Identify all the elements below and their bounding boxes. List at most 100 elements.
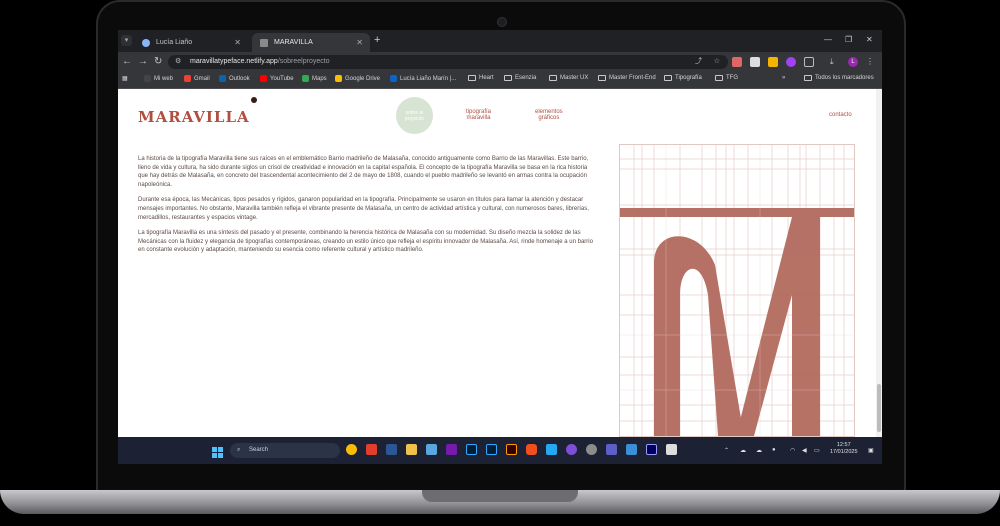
bookmark-heart[interactable]: Heart — [468, 75, 494, 81]
onedrive-icon[interactable]: ☁ — [756, 447, 762, 454]
figma-taskbar-icon[interactable] — [526, 444, 537, 455]
battery-icon[interactable]: ▭ — [814, 447, 820, 454]
forward-button[interactable]: → — [138, 56, 148, 67]
bookmark-tipografia[interactable]: Tipografía — [664, 75, 702, 81]
search-label: Search — [249, 447, 269, 453]
chrome-menu-icon[interactable]: ⋮ — [866, 57, 876, 67]
share-icon[interactable]: ⤴ — [695, 55, 702, 69]
bookmark-master-ux[interactable]: Master UX — [549, 75, 588, 81]
download-icon[interactable]: ⤓ — [830, 57, 840, 67]
bookmark-outlook[interactable]: Outlook — [219, 75, 250, 82]
restore-button[interactable]: ❐ — [845, 35, 852, 44]
system-clock[interactable]: 12:57 17/01/2025 — [830, 442, 858, 456]
extension-icon[interactable] — [768, 57, 778, 67]
steam-taskbar-icon[interactable] — [586, 444, 597, 455]
taskbar-search[interactable]: ⌕ Search — [230, 443, 340, 458]
back-button[interactable]: ← — [122, 56, 132, 67]
scrollbar-thumb[interactable] — [877, 384, 881, 432]
all-bookmarks[interactable]: Todos los marcadores — [804, 75, 874, 81]
bookmark-maps[interactable]: Maps — [302, 75, 327, 82]
site-info-icon[interactable]: ⚙ — [175, 55, 181, 69]
after-effects-taskbar-icon[interactable] — [646, 444, 657, 455]
globe-icon — [142, 38, 150, 47]
browser-toolbar: ← → ↻ ⚙ maravillatypeface.netlify.app/so… — [118, 52, 882, 72]
tab-search-button[interactable]: ▾ — [121, 35, 132, 46]
new-tab-button[interactable]: + — [374, 34, 380, 46]
illustrator-taskbar-icon[interactable] — [506, 444, 517, 455]
nav-elementos-graficos[interactable]: elementos gráficos — [535, 109, 563, 121]
extension-icon[interactable] — [732, 57, 742, 67]
nav-label: proyecto — [404, 115, 425, 122]
acrobat-taskbar-icon[interactable] — [366, 444, 377, 455]
nav-contacto[interactable]: contacto — [829, 112, 852, 118]
vscode-taskbar-icon[interactable] — [546, 444, 557, 455]
bookmark-mi-web[interactable]: Mi web — [144, 75, 173, 82]
tab-title: Lucía Liaño — [156, 39, 193, 46]
chrome-taskbar-icon[interactable] — [346, 444, 357, 455]
weather-icon[interactable]: ☁ — [740, 447, 746, 454]
reload-button[interactable]: ↻ — [154, 56, 162, 67]
site-logo[interactable]: MARAVILLA — [138, 108, 250, 126]
address-bar[interactable]: ⚙ maravillatypeface.netlify.app/sobreelp… — [168, 55, 728, 69]
bookmark-label: Maps — [312, 75, 327, 82]
paragraph: Durante esa época, las Mecánicas, tipos … — [138, 197, 589, 221]
cursor-dot — [251, 97, 257, 103]
tab-lucia-liano[interactable]: Lucía Liaño ✕ — [134, 33, 248, 52]
bookmark-label: TFG — [726, 75, 738, 81]
app-taskbar-icon[interactable] — [666, 444, 677, 455]
apps-grid-icon[interactable]: ▦ — [122, 75, 128, 82]
web-page: MARAVILLA sobre el proyecto tipografía mar… — [118, 89, 882, 437]
calendar-taskbar-icon[interactable] — [426, 444, 437, 455]
profile-avatar[interactable]: L — [848, 57, 858, 67]
file-explorer-taskbar-icon[interactable] — [406, 444, 417, 455]
photoshop-taskbar-icon[interactable] — [486, 444, 497, 455]
page-scrollbar[interactable] — [876, 89, 882, 437]
bookmark-label: Lucía Liaño Marín |... — [400, 75, 457, 82]
bookmark-master-front-end[interactable]: Master Front-End — [598, 75, 656, 81]
search-icon: ⌕ — [237, 447, 241, 453]
close-window-button[interactable]: ✕ — [866, 35, 873, 44]
bookmark-label: Gmail — [194, 75, 210, 82]
onenote-taskbar-icon[interactable] — [446, 444, 457, 455]
notification-icon[interactable]: ▣ — [868, 447, 874, 454]
bookmark-label: Mi web — [154, 75, 174, 82]
favicon-icon — [260, 38, 268, 47]
bookmarks-bar: ▦ Mi web Gmail Outlook YouTube Maps Goog… — [118, 72, 882, 89]
extension-icon[interactable] — [750, 57, 760, 67]
microphone-icon[interactable]: ● — [772, 447, 776, 453]
tab-strip: ▾ Lucía Liaño ✕ MARAVILLA ✕ + — ❐ ✕ — [118, 30, 882, 52]
teams-taskbar-icon[interactable] — [606, 444, 617, 455]
more-bookmarks-icon[interactable]: » — [782, 75, 785, 81]
lightroom-taskbar-icon[interactable] — [466, 444, 477, 455]
nav-tipografia-maravilla[interactable]: tipografía maravilla — [466, 109, 491, 121]
close-tab-icon[interactable]: ✕ — [356, 38, 363, 47]
volume-icon[interactable]: ◀ — [802, 447, 807, 454]
nav-sobre-el-proyecto[interactable]: sobre el proyecto — [396, 97, 433, 134]
chevron-up-icon[interactable]: ⌃ — [724, 447, 729, 454]
tab-title: MARAVILLA — [274, 39, 313, 46]
tab-maravilla[interactable]: MARAVILLA ✕ — [252, 33, 370, 52]
bookmark-linkedin[interactable]: Lucía Liaño Marín |... — [390, 75, 456, 82]
bookmark-label: Esenzia — [515, 75, 537, 81]
paragraph: La tipografía Maravilla es una síntesis … — [138, 230, 593, 254]
bookmark-label: Todos los marcadores — [815, 75, 874, 81]
close-tab-icon[interactable]: ✕ — [234, 38, 241, 47]
url-path: /sobreelproyecto — [277, 58, 330, 65]
word-taskbar-icon[interactable] — [386, 444, 397, 455]
bookmark-label: Master Front-End — [609, 75, 656, 81]
bookmark-google-drive[interactable]: Google Drive — [335, 75, 380, 82]
windows-taskbar: ⌕ Search ⌃ ☁ ☁ ● ◠ ◀ ▭ 12:57 17/01/2025 ▣ — [118, 437, 882, 464]
extension-icon[interactable] — [786, 57, 796, 67]
bookmark-tfg[interactable]: TFG — [715, 75, 738, 81]
bookmark-esenzia[interactable]: Esenzia — [504, 75, 536, 81]
bookmark-label: Outlook — [229, 75, 250, 82]
bookmark-youtube[interactable]: YouTube — [260, 75, 294, 82]
app-taskbar-icon[interactable] — [626, 444, 637, 455]
minimize-button[interactable]: — — [824, 35, 832, 44]
bookmark-gmail[interactable]: Gmail — [184, 75, 210, 82]
bookmark-star-icon[interactable]: ☆ — [714, 55, 720, 69]
wifi-icon[interactable]: ◠ — [790, 447, 795, 454]
github-taskbar-icon[interactable] — [566, 444, 577, 455]
windows-start-icon[interactable] — [212, 445, 223, 463]
extensions-puzzle-icon[interactable] — [804, 57, 814, 67]
